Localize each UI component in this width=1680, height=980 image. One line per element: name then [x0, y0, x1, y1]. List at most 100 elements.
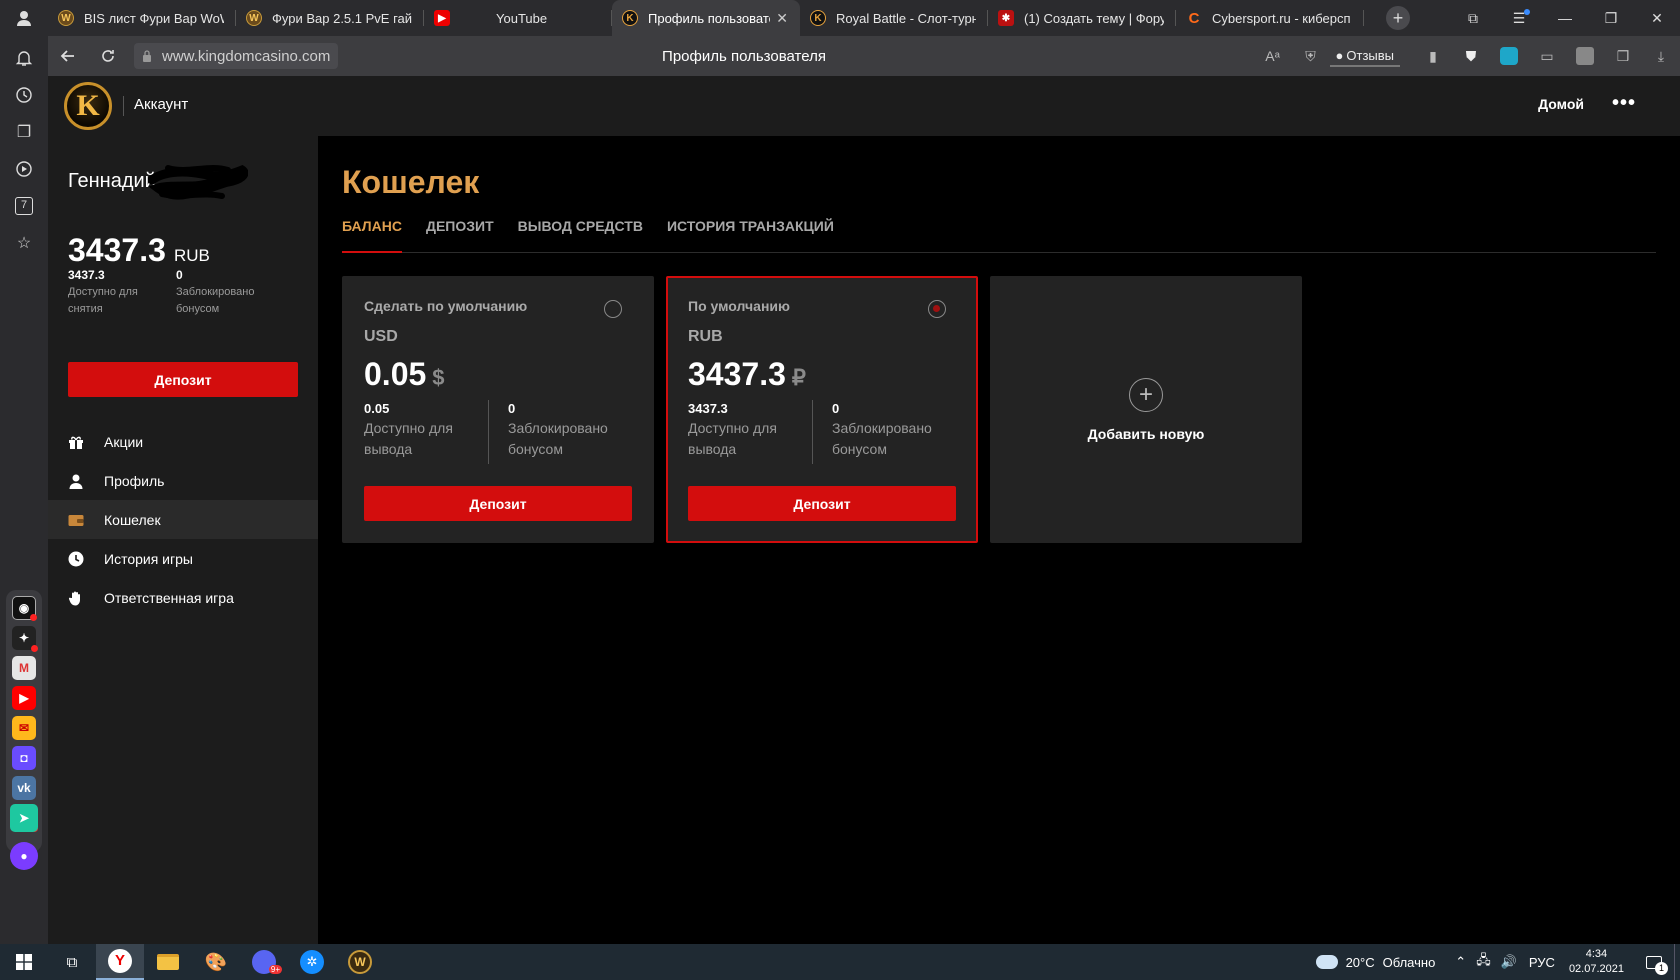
- browser-tab[interactable]: C Cybersport.ru - киберсп: [1176, 0, 1364, 36]
- card-currency: RUB: [688, 328, 723, 345]
- collections-panel-icon[interactable]: ❐: [12, 120, 36, 144]
- browser-side-panel: ❐ 7 ☆ ◉ ✦ M ▶ ✉ ◘ vk + ➤ ●: [0, 36, 48, 944]
- add-new-label: Добавить новую: [1087, 425, 1205, 442]
- vk-icon[interactable]: vk: [12, 776, 36, 800]
- download-icon[interactable]: ⤓: [1642, 36, 1680, 76]
- clock-icon: [68, 551, 84, 567]
- reviews-button[interactable]: ● Отзывы: [1329, 45, 1400, 67]
- youtube-panel-icon[interactable]: ▶: [12, 686, 36, 710]
- restore-icon[interactable]: ❐: [1588, 0, 1634, 36]
- minimize-icon[interactable]: —: [1542, 0, 1588, 36]
- language-indicator[interactable]: РУС: [1529, 955, 1555, 970]
- browser-tab[interactable]: K Royal Battle - Слот-турни: [800, 0, 988, 36]
- card-amount: 3437.3 ₽: [688, 356, 806, 392]
- paint-icon[interactable]: 🎨: [192, 944, 240, 980]
- deposit-button[interactable]: Депозит: [68, 362, 298, 397]
- card-deposit-button[interactable]: Депозит: [364, 486, 632, 521]
- yandex-browser-icon[interactable]: Y: [96, 944, 144, 980]
- windows-start-icon[interactable]: [0, 944, 48, 980]
- yandex-mail-icon[interactable]: ✉: [12, 716, 36, 740]
- collections-icon[interactable]: ❒: [1604, 36, 1642, 76]
- protect-icon[interactable]: ⛨: [1292, 36, 1330, 76]
- more-menu-icon[interactable]: •••: [1612, 92, 1636, 115]
- forum-icon: ✱: [998, 10, 1014, 26]
- windows-taskbar: ⧉ Y 🎨 9+ ✲ W 20°C Облачно ⌃ 🖧 🔊 РУС 4:34…: [0, 944, 1680, 980]
- card-amount: 0.05 $: [364, 356, 445, 392]
- card-divider: [812, 400, 813, 464]
- user-icon: [17, 11, 31, 26]
- network-icon[interactable]: 🖧: [1476, 951, 1491, 973]
- default-radio[interactable]: [604, 300, 622, 318]
- weather-desc[interactable]: Облачно: [1383, 955, 1436, 970]
- sparkle-icon[interactable]: ✦: [12, 626, 38, 652]
- adblock-shield-icon[interactable]: ⛊: [1452, 36, 1490, 76]
- alice-camera-icon[interactable]: ◉: [12, 596, 37, 621]
- badge-seven-icon[interactable]: 7: [12, 194, 36, 218]
- add-wallet-card[interactable]: + Добавить новую: [990, 276, 1302, 543]
- volume-icon[interactable]: 🔊: [1501, 954, 1517, 970]
- weather-temp[interactable]: 20°C: [1346, 955, 1375, 970]
- reload-button[interactable]: [88, 36, 128, 76]
- translate-icon[interactable]: Aᵃ: [1254, 36, 1292, 76]
- plus-icon: +: [1129, 377, 1163, 412]
- extension-avatar-icon[interactable]: [1566, 36, 1604, 76]
- reload-icon: [102, 50, 114, 62]
- browser-tab[interactable]: ✱ (1) Создать тему | Фору: [988, 0, 1176, 36]
- gmail-icon[interactable]: M: [12, 656, 36, 680]
- file-explorer-icon[interactable]: [144, 944, 192, 980]
- browser-tab[interactable]: ▶ YouTube: [424, 0, 612, 36]
- task-view-icon[interactable]: ⧉: [48, 944, 96, 980]
- tab-deposit[interactable]: ДЕПОЗИТ: [426, 216, 494, 253]
- card-deposit-button[interactable]: Депозит: [688, 486, 956, 521]
- menu-item-promotions[interactable]: Акции: [48, 422, 318, 461]
- speech-bubble-icon: ●: [1335, 47, 1344, 63]
- kingdom-logo[interactable]: K: [64, 82, 112, 130]
- wow-icon[interactable]: W: [336, 944, 384, 980]
- tv-icon[interactable]: ▭: [1528, 36, 1566, 76]
- card-available-stat: 3437.3 Доступно для вывода: [688, 401, 777, 457]
- alice-icon[interactable]: ●: [10, 842, 38, 870]
- wallet-card-usd: Сделать по умолчанию USD 0.05 $ 0.05 Дост…: [342, 276, 654, 543]
- wallet-title: Кошелек: [342, 164, 480, 200]
- play-icon[interactable]: [12, 157, 36, 181]
- chevron-up-icon[interactable]: ⌃: [1455, 954, 1466, 970]
- tabs-list-icon[interactable]: ⧉: [1450, 0, 1496, 36]
- new-tab-button[interactable]: +: [1386, 6, 1410, 30]
- discord-icon[interactable]: 9+: [240, 944, 288, 980]
- menu-item-wallet[interactable]: Кошелек: [48, 500, 318, 539]
- messenger-icon[interactable]: ◘: [12, 746, 36, 770]
- default-radio-selected[interactable]: [928, 300, 946, 318]
- tab-withdraw[interactable]: ВЫВОД СРЕДСТВ: [518, 216, 643, 253]
- home-link[interactable]: Домой: [1538, 96, 1584, 112]
- tab-transaction-history[interactable]: ИСТОРИЯ ТРАНЗАКЦИЙ: [667, 216, 834, 253]
- tab-balance[interactable]: БАЛАНС: [342, 216, 402, 253]
- wallet-icon: [68, 512, 84, 528]
- close-window-icon[interactable]: ✕: [1634, 0, 1680, 36]
- close-tab-icon[interactable]: ✕: [776, 10, 788, 27]
- clock[interactable]: 4:34 02.07.2021: [1569, 947, 1624, 977]
- star-icon[interactable]: ☆: [12, 231, 36, 255]
- browser-tab[interactable]: W Фури Вар 2.5.1 PvE гайд: [236, 0, 424, 36]
- extension-icon[interactable]: [1490, 36, 1528, 76]
- notifications-icon[interactable]: 1: [1634, 944, 1674, 980]
- menu-icon[interactable]: ☰: [1496, 0, 1542, 36]
- menu-item-game-history[interactable]: История игры: [48, 539, 318, 578]
- bookmark-icon[interactable]: ▮: [1414, 36, 1452, 76]
- menu-item-profile[interactable]: Профиль: [48, 461, 318, 500]
- send-icon[interactable]: ➤: [10, 804, 38, 832]
- bell-icon[interactable]: [12, 46, 36, 70]
- browser-tab-active[interactable]: K Профиль пользовате ✕: [612, 0, 800, 36]
- battlenet-icon[interactable]: ✲: [288, 944, 336, 980]
- history-clock-icon[interactable]: [12, 83, 36, 107]
- url-field[interactable]: www.kingdomcasino.com: [134, 43, 339, 69]
- gift-icon: [68, 434, 84, 450]
- default-label: По умолчанию: [688, 298, 790, 314]
- back-button[interactable]: [48, 36, 88, 76]
- menu-item-responsible-gaming[interactable]: Ответственная игра: [48, 578, 318, 617]
- address-bar: www.kingdomcasino.com Профиль пользовате…: [48, 36, 1680, 76]
- browser-tab[interactable]: W BIS лист Фури Вар WoW: [48, 0, 236, 36]
- show-desktop-button[interactable]: [1674, 944, 1680, 980]
- wowhead-icon: W: [58, 10, 74, 26]
- header-section-title: Аккаунт: [134, 96, 189, 113]
- browser-profile-button[interactable]: [0, 0, 48, 36]
